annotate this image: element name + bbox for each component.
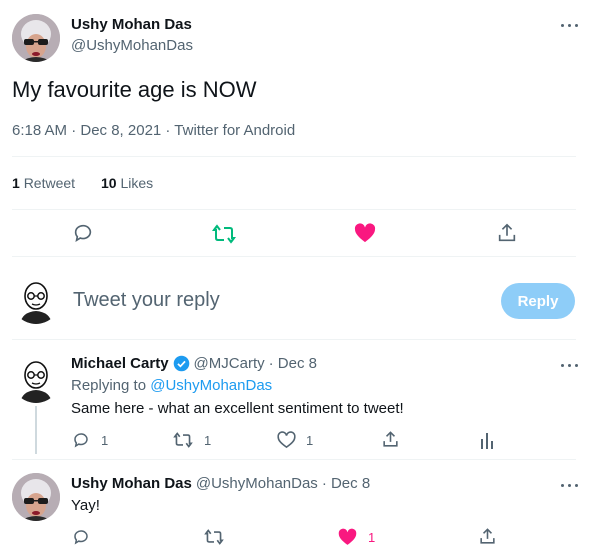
retweet-label: Retweet: [23, 175, 76, 191]
replying-to: Replying to @UshyMohanDas: [71, 377, 272, 394]
author-handle[interactable]: @UshyMohanDas: [71, 37, 193, 54]
divider: [12, 209, 576, 210]
reply-author-name[interactable]: Michael Carty: [71, 355, 169, 372]
more-options-icon[interactable]: [560, 360, 580, 370]
reply-author-avatar[interactable]: [12, 473, 60, 521]
cartoon-avatar-icon: [20, 282, 52, 324]
like-count: 1: [306, 433, 314, 448]
likes-stat[interactable]: 10 Likes: [101, 175, 153, 191]
reply-count: 1: [101, 433, 109, 448]
retweet-icon[interactable]: [173, 431, 193, 449]
retweet-count: 1: [12, 175, 20, 191]
avatar-photo-icon: [12, 14, 60, 62]
reply-author-avatar[interactable]: [12, 355, 60, 403]
like-count: 1: [368, 530, 376, 545]
share-icon[interactable]: [478, 527, 497, 546]
divider: [12, 256, 576, 257]
like-label: Likes: [120, 175, 154, 191]
retweets-stat[interactable]: 1 Retweet: [12, 175, 75, 191]
reply-icon[interactable]: [72, 222, 94, 244]
reply-header: Ushy Mohan Das @UshyMohanDas · Dec 8: [71, 475, 370, 492]
like-icon[interactable]: [338, 528, 357, 546]
current-user-avatar[interactable]: [12, 276, 60, 324]
retweet-icon[interactable]: [212, 223, 236, 245]
reply-author-handle[interactable]: @UshyMohanDas: [196, 475, 318, 492]
share-icon[interactable]: [496, 222, 518, 244]
like-icon[interactable]: [354, 223, 376, 243]
reply-author-handle[interactable]: @MJCarty: [194, 355, 265, 372]
verified-badge-icon: [173, 355, 189, 372]
reply-date[interactable]: · Dec 8: [269, 355, 317, 372]
reply-input[interactable]: Tweet your reply: [73, 289, 220, 312]
divider: [12, 156, 576, 157]
reply-button[interactable]: Reply: [501, 283, 575, 319]
tweet-text: My favourite age is NOW: [12, 77, 257, 102]
more-options-icon[interactable]: [560, 480, 580, 490]
tweet-meta[interactable]: 6:18 AM · Dec 8, 2021 · Twitter for Andr…: [12, 122, 295, 139]
reply-text: Yay!: [71, 497, 100, 514]
more-options-icon[interactable]: [560, 20, 580, 30]
reply-author-name[interactable]: Ushy Mohan Das: [71, 475, 192, 492]
retweet-count: 1: [204, 433, 212, 448]
reply-icon[interactable]: [72, 528, 90, 546]
reply-date[interactable]: · Dec 8: [322, 475, 370, 492]
like-count: 10: [101, 175, 117, 191]
like-icon[interactable]: [277, 431, 296, 449]
thread-line: [35, 406, 37, 454]
cartoon-avatar-icon: [20, 361, 52, 403]
divider: [12, 459, 576, 460]
reply-text: Same here - what an excellent sentiment …: [71, 400, 404, 417]
avatar-photo-icon: [12, 473, 60, 521]
share-icon[interactable]: [381, 430, 400, 449]
reply-header: Michael Carty @MJCarty · Dec 8: [71, 355, 317, 372]
replying-to-handle[interactable]: @UshyMohanDas: [150, 377, 272, 394]
retweet-icon[interactable]: [204, 528, 224, 546]
analytics-icon[interactable]: [479, 431, 495, 449]
replying-to-prefix: Replying to: [71, 377, 151, 394]
reply-icon[interactable]: [72, 431, 90, 449]
author-avatar[interactable]: [12, 14, 60, 62]
author-name[interactable]: Ushy Mohan Das: [71, 16, 192, 33]
divider: [12, 339, 576, 340]
